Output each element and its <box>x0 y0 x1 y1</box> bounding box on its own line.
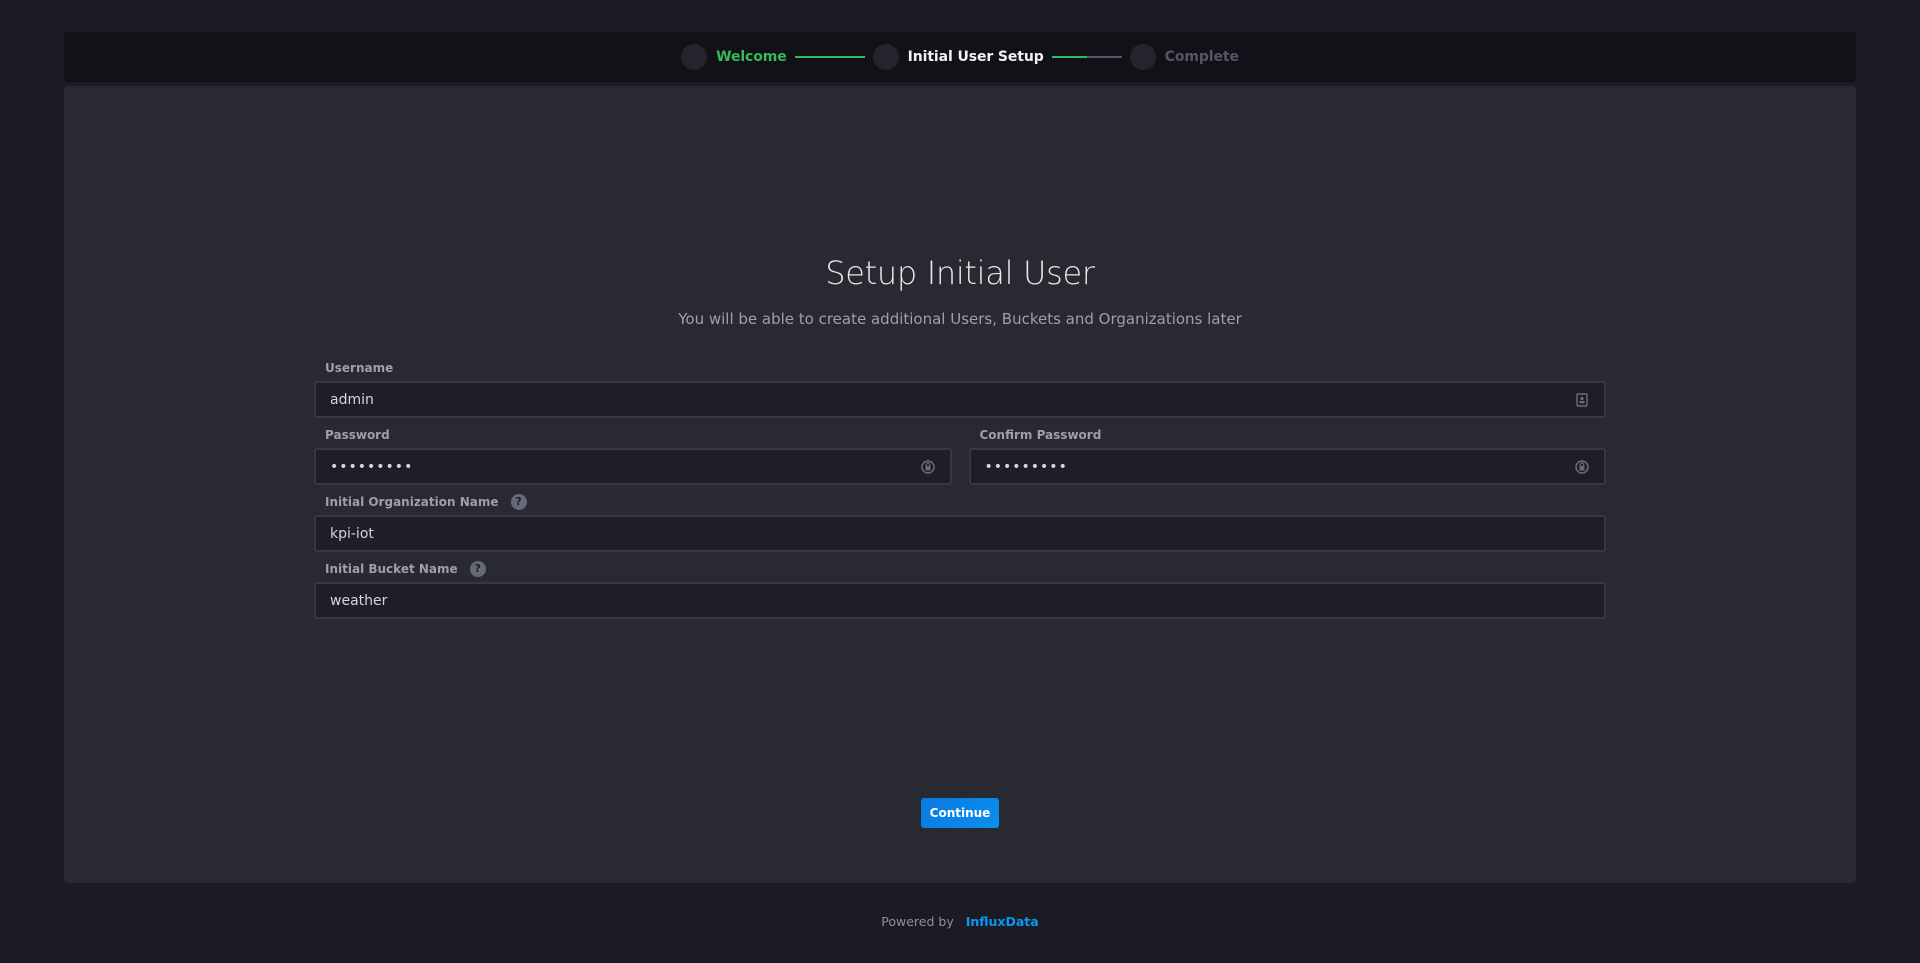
lock-icon <box>920 459 936 475</box>
footer: Powered by InfluxData <box>0 914 1920 929</box>
password-label: Password <box>325 427 390 442</box>
confirm-password-field-group: Confirm Password <box>968 421 1606 485</box>
step-complete: Complete <box>1129 44 1239 70</box>
lock-icon <box>1574 459 1590 475</box>
org-label-text: Initial Organization Name <box>325 494 499 509</box>
user-badge-icon <box>1574 392 1590 408</box>
step-label: Complete <box>1164 49 1239 65</box>
setup-panel: Setup Initial User You will be able to c… <box>64 86 1856 883</box>
bucket-label-text: Initial Bucket Name <box>325 561 458 576</box>
step-label: Initial User Setup <box>907 49 1044 65</box>
step-welcome: Welcome <box>681 44 787 70</box>
confirm-password-label: Confirm Password <box>979 427 1102 442</box>
page-title: Setup Initial User <box>825 254 1095 292</box>
confirm-password-input[interactable] <box>970 450 1604 483</box>
help-icon[interactable]: ? <box>469 560 486 577</box>
page-subtitle: You will be able to create additional Us… <box>678 310 1242 328</box>
step-label: Welcome <box>716 49 787 65</box>
org-label: Initial Organization Name ? <box>314 488 1606 515</box>
bucket-field-group: Initial Bucket Name ? <box>314 555 1606 619</box>
username-label: Username <box>325 360 394 375</box>
continue-button[interactable]: Continue <box>921 798 999 828</box>
password-field-group: Password <box>314 421 952 485</box>
username-input[interactable] <box>316 383 1604 416</box>
org-field-group: Initial Organization Name ? <box>314 488 1606 552</box>
initial-user-form: Username Password <box>314 354 1606 622</box>
step-circle-icon <box>1129 44 1156 70</box>
connector-fill <box>1051 56 1087 58</box>
org-name-input[interactable] <box>316 517 1604 550</box>
help-icon[interactable]: ? <box>510 493 527 510</box>
username-field-group: Username <box>314 354 1606 418</box>
step-initial-user-setup: Initial User Setup <box>872 44 1044 70</box>
step-connector <box>1051 56 1122 58</box>
powered-by-text: Powered by <box>881 914 954 929</box>
step-circle-icon <box>872 44 899 70</box>
password-input[interactable] <box>316 450 950 483</box>
step-connector <box>794 56 865 58</box>
bucket-name-input[interactable] <box>316 584 1604 617</box>
bucket-label: Initial Bucket Name ? <box>314 555 1606 582</box>
step-circle-icon <box>681 44 708 70</box>
connector-fill <box>794 56 865 58</box>
setup-stepper: Welcome Initial User Setup Complete <box>64 32 1856 82</box>
influxdata-link[interactable]: InfluxData <box>966 914 1039 929</box>
